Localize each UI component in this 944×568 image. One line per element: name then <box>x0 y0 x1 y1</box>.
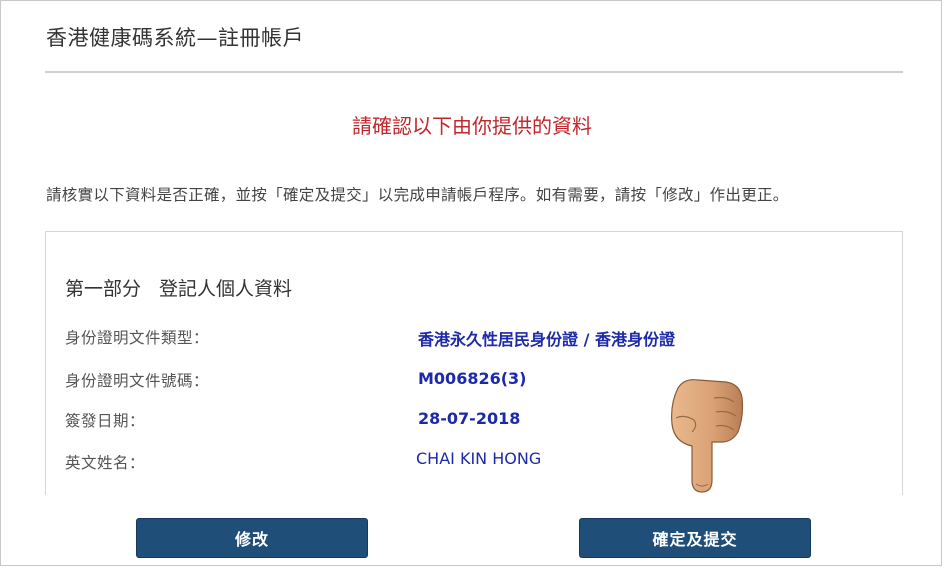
instruction-text: 請核實以下資料是否正確，並按「確定及提交」以完成申請帳戶程序。如有需要，請按「修… <box>46 186 789 204</box>
edit-button[interactable]: 修改 <box>137 519 367 557</box>
english-name-value: CHAI KIN HONG <box>416 449 542 468</box>
section-heading: 登記人個人資料 <box>159 278 293 300</box>
confirm-submit-button[interactable]: 確定及提交 <box>580 519 810 557</box>
page-title: 香港健康碼系統—註冊帳戶 <box>46 26 304 50</box>
issue-date-value: 28-07-2018 <box>418 409 521 428</box>
id-type-value: 香港永久性居民身份證 / 香港身份證 <box>418 330 675 349</box>
title-divider <box>45 71 903 73</box>
id-type-label: 身份證明文件類型： <box>65 329 210 347</box>
section-part-label: 第一部分 <box>65 278 142 300</box>
english-name-label: 英文姓名： <box>65 454 146 472</box>
section-title: 第一部分 登記人個人資料 <box>65 274 292 301</box>
issue-date-label: 簽發日期： <box>65 412 146 430</box>
confirm-heading: 請確認以下由你提供的資料 <box>352 114 592 138</box>
id-number-label: 身份證明文件號碼： <box>65 372 210 390</box>
pointing-hand-icon <box>671 379 744 493</box>
id-number-value: M006826(3) <box>418 369 527 388</box>
